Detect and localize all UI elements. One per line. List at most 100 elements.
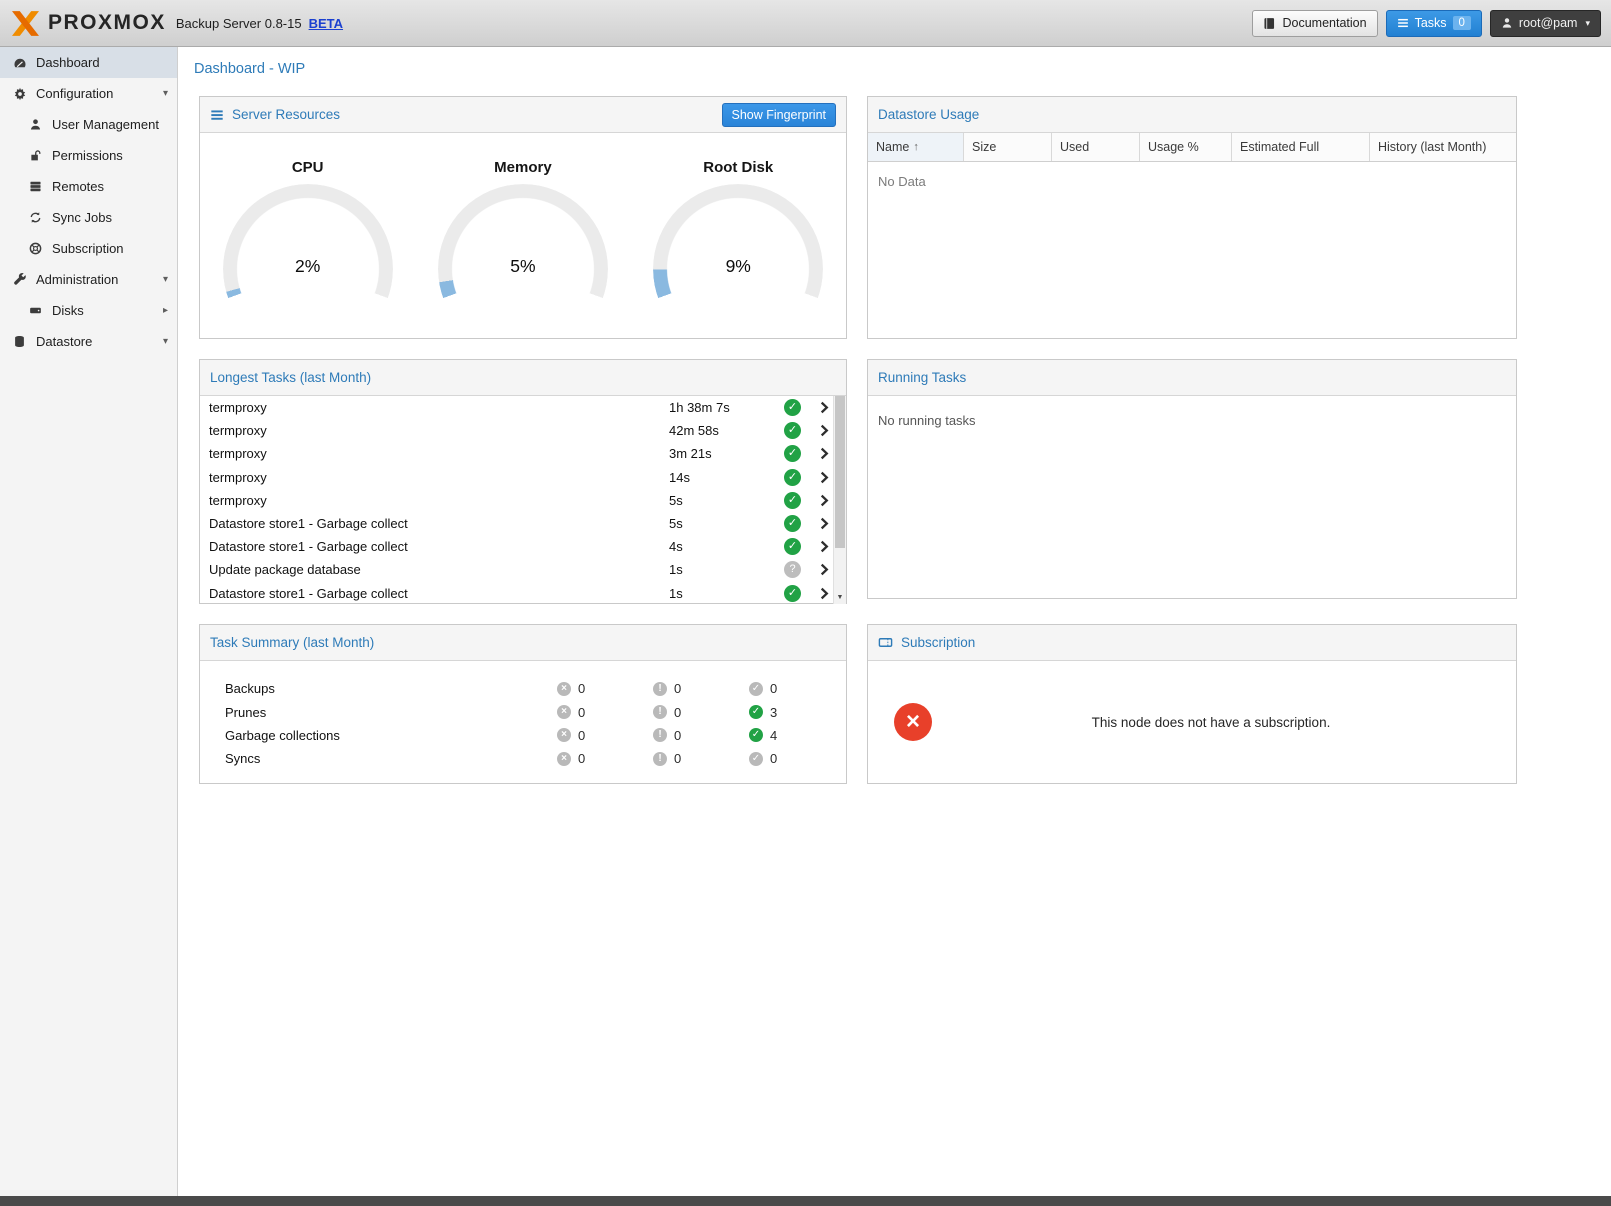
- chevron-right-icon[interactable]: [817, 446, 832, 461]
- longest-tasks-panel: Longest Tasks (last Month) termproxy 1h …: [199, 359, 847, 604]
- sidebar-item-permissions[interactable]: Permissions: [0, 140, 177, 171]
- task-row[interactable]: Datastore store1 - Garbage collect 1s: [200, 582, 846, 605]
- hdd-icon: [28, 303, 43, 318]
- bottom-bar: [0, 1196, 1611, 1206]
- longest-tasks-list: termproxy 1h 38m 7s termproxy 42m 58s te…: [200, 396, 846, 604]
- warning-circle-icon: [653, 752, 667, 766]
- column-header-used[interactable]: Used: [1052, 133, 1140, 161]
- datastore-table-header: Name ↑ Size Used Usage % Estimated Full …: [868, 133, 1516, 162]
- server-icon: [28, 179, 43, 194]
- tasks-button[interactable]: Tasks 0: [1386, 10, 1482, 37]
- task-row[interactable]: termproxy 1h 38m 7s: [200, 396, 846, 419]
- sidebar-item-administration[interactable]: Administration ▾: [0, 264, 177, 295]
- chevron-right-icon[interactable]: [817, 586, 832, 601]
- sidebar-item-datastore[interactable]: Datastore ▾: [0, 326, 177, 357]
- summary-row-backups[interactable]: Backups 0 0 0: [225, 677, 846, 700]
- task-name: termproxy: [209, 400, 669, 415]
- task-row[interactable]: Update package database 1s: [200, 558, 846, 581]
- column-header-name[interactable]: Name ↑: [868, 133, 964, 161]
- chevron-right-icon[interactable]: [817, 493, 832, 508]
- error-count: 0: [578, 681, 585, 696]
- task-row[interactable]: Datastore store1 - Garbage collect 4s: [200, 535, 846, 558]
- task-name: Datastore store1 - Garbage collect: [209, 586, 669, 601]
- task-duration: 5s: [669, 516, 784, 531]
- column-label: Usage %: [1148, 140, 1199, 154]
- task-row[interactable]: termproxy 3m 21s: [200, 442, 846, 465]
- sidebar-item-configuration[interactable]: Configuration ▾: [0, 78, 177, 109]
- column-label: Size: [972, 140, 996, 154]
- panel-title: Running Tasks: [878, 370, 966, 385]
- task-status-icon: [784, 399, 801, 416]
- user-menu-button[interactable]: root@pam ▾: [1490, 10, 1601, 37]
- scrollbar[interactable]: ▼: [833, 396, 846, 604]
- task-summary-body: Backups 0 0 0 Prunes 0 0 3 Garbage colle…: [200, 661, 846, 771]
- task-row[interactable]: termproxy 14s: [200, 466, 846, 489]
- summary-row-syncs[interactable]: Syncs 0 0 0: [225, 747, 846, 770]
- life-ring-icon: [28, 241, 43, 256]
- summary-label: Prunes: [225, 705, 557, 720]
- chevron-right-icon[interactable]: [817, 562, 832, 577]
- column-header-history[interactable]: History (last Month): [1370, 133, 1516, 161]
- subscription-message: This node does not have a subscription.: [932, 715, 1490, 730]
- user-label: root@pam: [1519, 16, 1578, 30]
- sidebar-item-label: Permissions: [52, 148, 123, 163]
- documentation-button[interactable]: Documentation: [1252, 10, 1377, 37]
- task-status-icon: [784, 515, 801, 532]
- task-duration: 1s: [669, 586, 784, 601]
- summary-row-prunes[interactable]: Prunes 0 0 3: [225, 700, 846, 723]
- chevron-right-icon[interactable]: [817, 470, 832, 485]
- error-circle-icon: [557, 682, 571, 696]
- sort-up-icon: ↑: [913, 141, 919, 153]
- sidebar-item-sync-jobs[interactable]: Sync Jobs: [0, 202, 177, 233]
- tasks-count-badge: 0: [1453, 16, 1471, 30]
- gauge-value: 9%: [653, 256, 823, 277]
- sidebar-item-user-management[interactable]: User Management: [0, 109, 177, 140]
- column-header-usage[interactable]: Usage %: [1140, 133, 1232, 161]
- wrench-icon: [12, 272, 27, 287]
- sidebar-item-label: Administration: [36, 272, 118, 287]
- task-list-icon: [1397, 17, 1409, 29]
- sidebar-item-subscription[interactable]: Subscription: [0, 233, 177, 264]
- sidebar-item-label: Remotes: [52, 179, 104, 194]
- task-row[interactable]: termproxy 5s: [200, 489, 846, 512]
- task-status-icon: [784, 538, 801, 555]
- caret-down-icon: ▾: [163, 88, 168, 99]
- sidebar-item-disks[interactable]: Disks ▸: [0, 295, 177, 326]
- beta-link[interactable]: BETA: [309, 16, 343, 31]
- caret-right-icon: ▸: [163, 305, 168, 316]
- gauge-label: Memory: [415, 159, 630, 176]
- error-count: 0: [578, 751, 585, 766]
- sidebar-item-label: Datastore: [36, 334, 92, 349]
- task-row[interactable]: termproxy 42m 58s: [200, 419, 846, 442]
- task-row[interactable]: Datastore store1 - Garbage collect 5s: [200, 512, 846, 535]
- task-name: termproxy: [209, 470, 669, 485]
- chevron-right-icon[interactable]: [817, 539, 832, 554]
- caret-down-icon: ▾: [163, 336, 168, 347]
- sidebar-item-label: Disks: [52, 303, 84, 318]
- ok-count: 3: [770, 705, 777, 720]
- summary-row-garbage-collections[interactable]: Garbage collections 0 0 4: [225, 724, 846, 747]
- sidebar-item-remotes[interactable]: Remotes: [0, 171, 177, 202]
- sidebar-item-label: Subscription: [52, 241, 124, 256]
- panel-title: Subscription: [901, 635, 975, 650]
- ok-circle-icon: [749, 752, 763, 766]
- chevron-right-icon[interactable]: [817, 516, 832, 531]
- column-header-size[interactable]: Size: [964, 133, 1052, 161]
- column-header-estimated-full[interactable]: Estimated Full: [1232, 133, 1370, 161]
- sidebar-item-dashboard[interactable]: Dashboard: [0, 47, 177, 78]
- task-status-icon: [784, 445, 801, 462]
- show-fingerprint-button[interactable]: Show Fingerprint: [722, 103, 837, 127]
- scroll-down-button[interactable]: ▼: [834, 591, 846, 604]
- chevron-right-icon[interactable]: [817, 423, 832, 438]
- summary-label: Backups: [225, 681, 557, 696]
- task-status-icon: [784, 561, 801, 578]
- task-status-icon: [784, 585, 801, 602]
- sidebar-item-label: Configuration: [36, 86, 113, 101]
- empty-text: No Data: [868, 162, 1516, 201]
- ok-count: 0: [770, 681, 777, 696]
- error-circle-icon: [557, 705, 571, 719]
- scrollbar-thumb[interactable]: [835, 396, 845, 548]
- chevron-right-icon[interactable]: [817, 400, 832, 415]
- ticket-icon: [878, 635, 893, 650]
- gauge-arc: [438, 184, 608, 300]
